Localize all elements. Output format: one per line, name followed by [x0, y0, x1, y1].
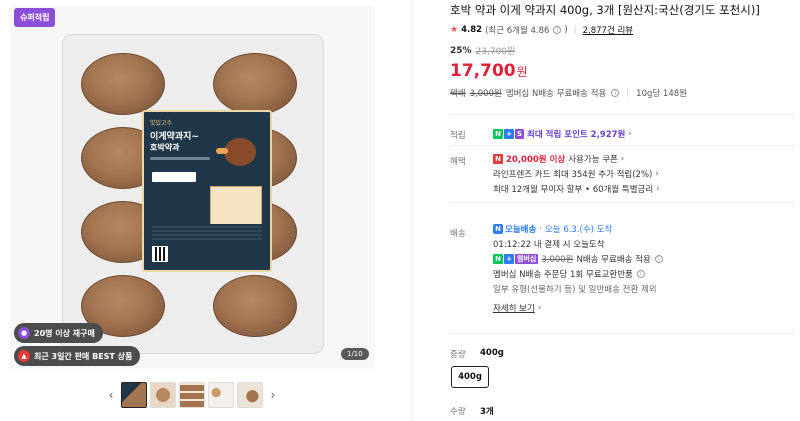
shipping-original-fee: 3,000원 [469, 89, 502, 99]
weight-label: 중량 [450, 350, 466, 360]
plus-icon: + [504, 253, 514, 264]
image-counter: 1/10 [341, 348, 369, 360]
rating-recent-close: ) [564, 25, 568, 35]
delivery-cutoff: 01:12:22 내 결제 시 오늘도착 [493, 239, 605, 250]
coupon-amount[interactable]: 20,000원 이상 [506, 153, 565, 165]
reward-section: N + S 최대 적립 포인트 2,927원 › [493, 126, 632, 141]
section-divider [450, 145, 795, 146]
info-icon[interactable]: i [636, 269, 645, 278]
review-count-link[interactable]: 2,877건 리뷰 [583, 24, 634, 36]
weight-value: 400g [480, 348, 504, 358]
separator: | [626, 88, 630, 98]
info-icon[interactable]: i [654, 254, 663, 263]
super-reward-badge: 슈퍼적립 [14, 8, 56, 27]
coupon-icon: N [493, 153, 503, 164]
label-footnote [152, 224, 262, 240]
thumbnail[interactable] [208, 382, 234, 408]
benefit-label: 혜택 [450, 157, 466, 167]
dot-separator: · [539, 223, 542, 234]
yakgwa-cookie [213, 53, 297, 115]
fire-icon: ▲ [18, 350, 30, 362]
product-title: 호박 약과 이게 약과지 400g, 3개 [원산지:국산(경기도 포천시)] [450, 3, 760, 17]
shipping-row: 택배 3,000원 멤버십 N배송 무료배송 적용 i | 10g당 148원 [450, 87, 687, 99]
max-reward-link[interactable]: 최대 적립 포인트 2,927원 [527, 128, 625, 140]
rating-recent: (최근 6개월 4.86 [485, 26, 550, 36]
label-info-box [152, 172, 196, 182]
sale-price: 17,700 원 [450, 61, 528, 81]
chevron-right-icon[interactable]: › [621, 154, 624, 164]
delivery-details-link[interactable]: 자세히 보기 [493, 302, 535, 314]
plus-icon: + [504, 128, 514, 139]
label-divider [150, 157, 210, 160]
thumbnail-strip: ‹ › [104, 382, 280, 408]
info-icon[interactable]: i [611, 89, 620, 97]
delivery-date: 오늘 6.3.(수) 도착 [544, 224, 613, 235]
delivery-section: N 오늘배송 · 오늘 6.3.(수) 도착 01:12:22 내 결제 시 오… [493, 221, 663, 315]
chevron-right-icon[interactable]: › [628, 129, 631, 139]
membership-tag: 멤버십 [515, 253, 539, 264]
thumbnail[interactable] [237, 382, 263, 408]
best-seller-text: 최근 3일간 판매 BEST 상품 [34, 351, 133, 361]
naverpay-plus-badge: N + 멤버십 [493, 253, 539, 264]
super-icon: S [515, 128, 525, 139]
price-value: 17,700 [450, 61, 516, 81]
separator: | [573, 25, 577, 35]
discount-row: 25% 23,700원 [450, 44, 516, 58]
delivery-exclusion: 일부 유형(선물하기 등) 및 일반배송 전환 제외 [493, 284, 657, 295]
today-delivery-badge: N 오늘배송 [493, 223, 536, 235]
thumbnail[interactable] [121, 382, 147, 408]
rating-value: 4.82 [461, 25, 483, 35]
delivery-fee-text: N배송 무료배송 적용 [576, 254, 651, 265]
chevron-right-icon[interactable]: › [266, 388, 280, 402]
mascot-icon [216, 138, 256, 166]
main-product-image[interactable]: 맛있고수 이게약과지~ 호박약과 [10, 6, 375, 369]
best-seller-badge: ▲ 최근 3일간 판매 BEST 상품 [14, 346, 141, 366]
thumbnail[interactable] [179, 382, 205, 408]
original-price: 23,700원 [475, 47, 516, 57]
card-benefit[interactable]: 라인프렌즈 카드 최대 354원 추가 적립(2%) [493, 168, 652, 180]
weight-option-400g[interactable]: 400g [451, 366, 489, 388]
return-policy: 멤버십 N배송 주문당 1회 무료교환반품 [493, 269, 633, 280]
star-icon: ★ [450, 25, 459, 35]
price-unit: 원 [516, 65, 528, 79]
section-divider [450, 114, 795, 115]
quantity-label: 수량 [450, 407, 466, 417]
product-gallery: 맛있고수 이게약과지~ 호박약과 슈퍼적립 ● 20명 이상 재구매 ▲ 최근 … [0, 0, 412, 421]
naver-n-icon: N [493, 128, 503, 139]
repurchase-badge: ● 20명 이상 재구매 [14, 323, 103, 343]
reward-label: 적립 [450, 131, 466, 141]
chevron-right-icon[interactable]: › [655, 169, 658, 179]
repurchase-text: 20명 이상 재구매 [34, 328, 95, 338]
naverpay-plus-badge: N + S [493, 128, 525, 139]
chevron-right-icon[interactable]: › [656, 184, 659, 194]
product-label: 맛있고수 이게약과지~ 호박약과 [142, 110, 272, 272]
info-icon[interactable]: i [553, 26, 562, 34]
qr-code-icon [152, 246, 168, 262]
delivery-original-fee: 3,000원 [541, 254, 574, 265]
delivery-label: 배송 [450, 229, 466, 239]
today-delivery-text: 오늘배송 [505, 224, 537, 235]
shipping-text: 멤버십 N배송 무료배송 적용 [505, 89, 607, 99]
quantity-value: 3개 [480, 407, 494, 417]
benefit-section: N 20,000원 이상 사용가능 쿠폰 › 라인프렌즈 카드 최대 354원 … [493, 151, 660, 196]
section-divider [450, 333, 795, 334]
yakgwa-cookie [213, 275, 297, 337]
naver-n-icon: N [493, 223, 503, 234]
discount-rate: 25% [450, 45, 472, 56]
naver-n-icon: N [493, 253, 503, 264]
chevron-left-icon[interactable]: ‹ [104, 388, 118, 402]
coupon-text[interactable]: 사용가능 쿠폰 [568, 153, 618, 165]
shipping-prefix: 택배 [450, 89, 466, 99]
rating-row: ★ 4.82 (최근 6개월 4.86 i ) | 2,877건 리뷰 [450, 24, 633, 36]
unit-price: 10g당 148원 [636, 89, 687, 99]
repurchase-icon: ● [18, 327, 30, 339]
chevron-right-icon[interactable]: › [538, 303, 541, 313]
yakgwa-cookie [81, 53, 165, 115]
column-divider [412, 0, 413, 421]
label-brand: 맛있고수 [150, 120, 173, 127]
installment-benefit[interactable]: 최대 12개월 무이자 할부 • 60개월 특별금리 [493, 183, 653, 195]
section-divider [450, 202, 795, 203]
thumbnail[interactable] [150, 382, 176, 408]
